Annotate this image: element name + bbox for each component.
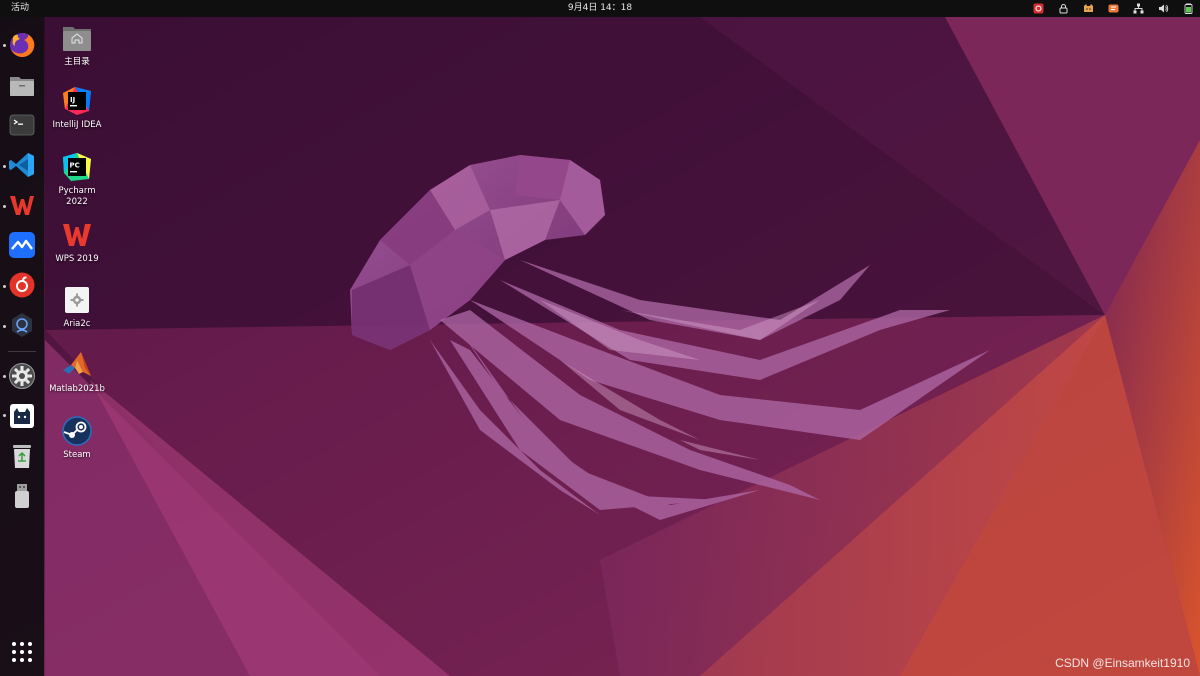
files-icon [10, 77, 34, 96]
network-icon[interactable] [1133, 3, 1144, 14]
desktop-icon-pycharm[interactable]: PC Pycharm 2022 [42, 150, 112, 208]
svg-text:PC: PC [70, 162, 80, 170]
app-indicator-red-icon[interactable] [1033, 3, 1044, 14]
activities-button[interactable]: 活动 [6, 2, 34, 15]
desktop-icon-aria2c[interactable]: Aria2c [42, 283, 112, 330]
desktop-wallpaper [0, 0, 1200, 676]
dock-item-clash[interactable] [7, 310, 37, 340]
intellij-icon: IJ [60, 84, 94, 118]
steam-icon [60, 414, 94, 448]
system-tray [1033, 1, 1194, 16]
terminal-icon [9, 114, 35, 136]
matlab-icon [60, 348, 94, 382]
clock-button[interactable]: 9月4日 14：18 [568, 3, 632, 13]
lark-icon [9, 232, 35, 258]
app-grid-icon [12, 642, 32, 662]
clash-icon [12, 313, 32, 337]
vscode-icon [9, 153, 34, 177]
home-folder-icon [60, 21, 94, 55]
dock-item-netease-music[interactable] [7, 270, 37, 300]
dock-item-trash[interactable] [7, 441, 37, 471]
running-indicator [3, 325, 6, 328]
watermark-text: CSDN @Einsamkeit1910 [1055, 656, 1190, 670]
volume-icon[interactable] [1158, 3, 1169, 14]
firefox-icon [10, 32, 35, 57]
running-indicator [3, 44, 6, 47]
cat-app-icon [10, 404, 34, 428]
wps-icon [10, 196, 34, 215]
running-indicator [3, 375, 6, 378]
desktop-icon-label: IntelliJ IDEA [52, 120, 102, 130]
battery-icon[interactable] [1183, 3, 1194, 14]
svg-text:IJ: IJ [70, 96, 75, 104]
dock-item-usb-drive[interactable] [7, 481, 37, 511]
settings-icon [9, 363, 35, 389]
dock-item-files[interactable] [7, 70, 37, 100]
wps-icon [60, 218, 94, 252]
netease-music-icon [9, 272, 35, 298]
dock-item-terminal[interactable] [7, 110, 37, 140]
running-indicator [3, 414, 6, 417]
top-bar: 活动 9月4日 14：18 [0, 0, 1200, 17]
desktop-icon-label: Aria2c [63, 319, 91, 329]
desktop-icon-home[interactable]: 主目录 [42, 21, 112, 68]
dock-item-vscode[interactable] [7, 150, 37, 180]
usb-drive-icon [15, 484, 29, 508]
cat-icon[interactable] [1083, 3, 1094, 14]
desktop-icon-label: WPS 2019 [55, 254, 99, 264]
running-indicator [3, 165, 6, 168]
dock-separator [8, 351, 36, 352]
lock-icon[interactable] [1058, 3, 1069, 14]
dock-item-firefox[interactable] [7, 30, 37, 60]
show-applications-button[interactable] [7, 637, 37, 667]
desktop-icon-label: 主目录 [64, 57, 90, 67]
trash-icon [13, 445, 31, 468]
orange-app-icon[interactable] [1108, 3, 1119, 14]
dock-item-settings[interactable] [7, 361, 37, 391]
dock-item-lark[interactable] [7, 230, 37, 260]
running-indicator [3, 205, 6, 208]
pycharm-icon: PC [60, 150, 94, 184]
desktop-icon-wps[interactable]: WPS 2019 [42, 218, 112, 265]
dock-item-clash-verge[interactable] [7, 401, 37, 431]
dock [0, 17, 44, 676]
desktop-icon-intellij[interactable]: IJ IntelliJ IDEA [42, 84, 112, 131]
running-indicator [3, 285, 6, 288]
desktop-icon-steam[interactable]: Steam [42, 414, 112, 461]
desktop-icon-matlab[interactable]: Matlab2021b [42, 348, 112, 395]
desktop-icon-label: Matlab2021b [49, 384, 105, 394]
dock-item-wps[interactable] [7, 190, 37, 220]
desktop-icon-label: Steam [63, 450, 91, 460]
desktop-icon-label: Pycharm 2022 [58, 186, 96, 207]
gear-file-icon [60, 283, 94, 317]
